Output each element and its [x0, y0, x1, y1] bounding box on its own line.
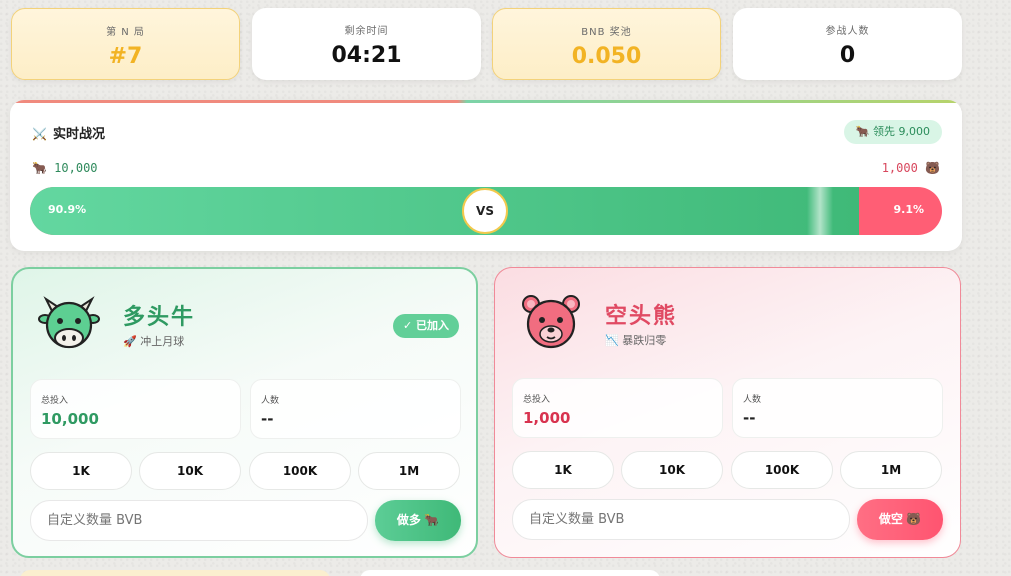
battle-status-panel: ⚔️ 实时战况 🐂 领先 9,000 🐂 10,000 1,000 🐻 90.9%… — [10, 100, 962, 251]
time-left-label: 剩余时间 — [344, 26, 389, 37]
round-value: #7 — [108, 44, 143, 69]
battle-title: ⚔️ 实时战况 — [32, 123, 105, 142]
bear-percent: 9.1% — [893, 203, 924, 216]
bear-total-label: 总投入 — [523, 395, 551, 405]
round-stat-card: 第 N 局 #7 — [11, 8, 240, 80]
bear-total: 1,000 🐻 — [881, 161, 940, 175]
bear-custom-amount-input[interactable] — [512, 499, 850, 540]
participants-label: 参战人数 — [825, 26, 870, 37]
round-label: 第 N 局 — [106, 27, 145, 38]
battle-top-accent — [10, 100, 962, 103]
bull-count-label: 人数 — [261, 396, 280, 406]
time-left-value: 04:21 — [331, 43, 402, 68]
prize-pool-label: BNB 奖池 — [581, 27, 632, 38]
time-left-stat-card: 剩余时间 04:21 — [252, 8, 481, 80]
go-long-button[interactable]: 做多 🐂 — [375, 500, 461, 541]
swords-icon: ⚔️ — [32, 127, 47, 141]
vs-badge: VS — [462, 188, 508, 234]
joined-badge: ✓ 已加入 — [392, 314, 459, 338]
next-section-peek-left — [20, 570, 330, 576]
bull-percent: 90.9% — [48, 203, 87, 216]
lead-badge: 🐂 领先 9,000 — [843, 120, 942, 144]
bear-amount-10k-button[interactable]: 10K — [621, 451, 723, 489]
bull-amount-1k-button[interactable]: 1K — [30, 452, 132, 490]
bull-count-value: -- — [261, 410, 274, 428]
bull-amount-100k-button[interactable]: 100K — [249, 452, 351, 490]
prize-pool-value: 0.050 — [571, 44, 642, 69]
bull-count-card: 人数 -- — [250, 379, 461, 439]
prize-pool-stat-card: BNB 奖池 0.050 — [492, 8, 721, 80]
bear-title: 空头熊 — [605, 303, 678, 329]
bear-amount-100k-button[interactable]: 100K — [731, 451, 833, 489]
bear-count-card: 人数 -- — [732, 378, 943, 438]
bull-panel: 多头牛 🚀 冲上月球 ✓ 已加入 总投入 10,000 人数 -- 1K 10K… — [11, 267, 478, 558]
participants-stat-card: 参战人数 0 — [733, 8, 962, 80]
bear-amount-1k-button[interactable]: 1K — [512, 451, 614, 489]
bull-total-value: 10,000 — [41, 410, 99, 428]
bear-amount-1m-button[interactable]: 1M — [840, 451, 942, 489]
bear-total-value: 1,000 — [523, 409, 571, 427]
bar-shine — [807, 187, 833, 235]
battle-title-text: 实时战况 — [52, 127, 105, 142]
bull-total-label: 总投入 — [41, 396, 69, 406]
bear-subtitle: 📉 暴跌归零 — [605, 334, 667, 347]
go-short-button[interactable]: 做空 🐻 — [857, 499, 943, 540]
bull-icon — [38, 296, 100, 349]
bull-amount-1m-button[interactable]: 1M — [358, 452, 460, 490]
bull-subtitle: 🚀 冲上月球 — [123, 335, 185, 348]
bull-title: 多头牛 — [123, 304, 196, 330]
bull-total-card: 总投入 10,000 — [30, 379, 241, 439]
bull-amount-10k-button[interactable]: 10K — [139, 452, 241, 490]
bear-icon — [522, 295, 580, 349]
bear-count-value: -- — [743, 409, 756, 427]
bull-total: 🐂 10,000 — [32, 161, 98, 175]
participants-value: 0 — [839, 43, 856, 68]
bull-share-fill — [30, 187, 859, 235]
bull-custom-amount-input[interactable] — [30, 500, 368, 541]
bear-total-card: 总投入 1,000 — [512, 378, 723, 438]
next-section-peek-right — [360, 570, 660, 576]
bear-count-label: 人数 — [743, 395, 762, 405]
bear-panel: 空头熊 📉 暴跌归零 总投入 1,000 人数 -- 1K 10K 100K 1… — [494, 267, 961, 558]
